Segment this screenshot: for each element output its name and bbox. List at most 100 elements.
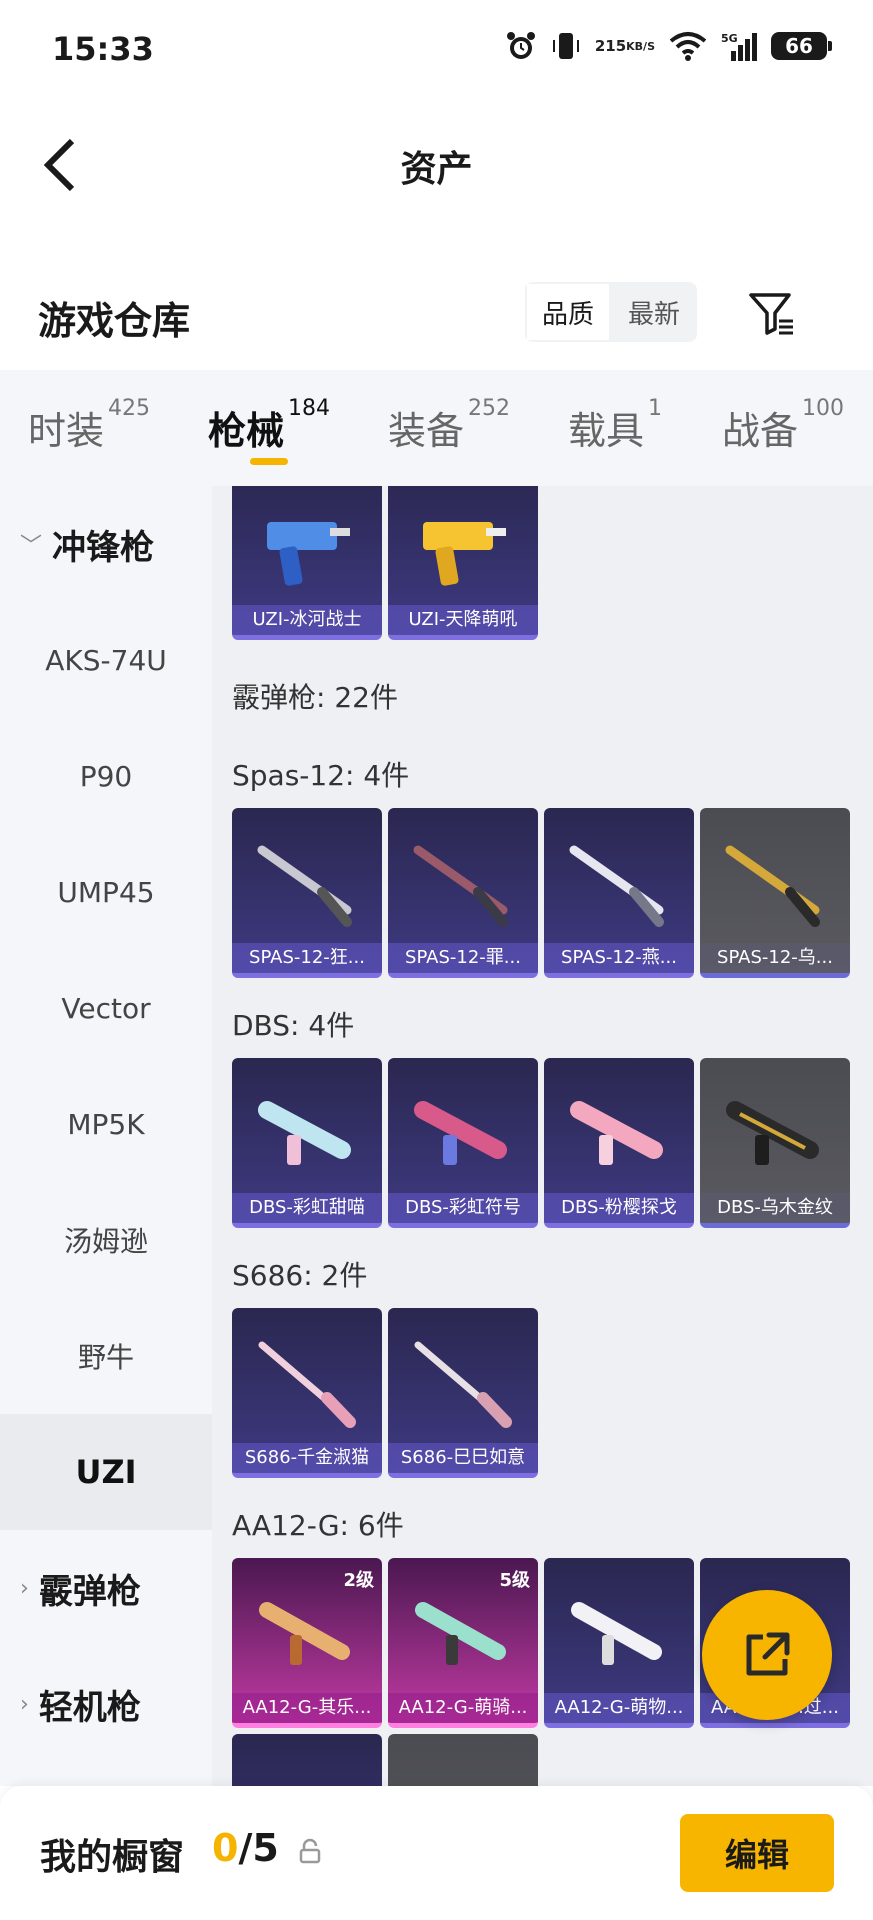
skin-card[interactable]: S686-巳巳如意 [388,1308,538,1478]
tab-count: 184 [288,396,331,421]
tab-vehicles[interactable]: 载具1 [568,396,662,455]
page-title: 资产 [400,149,473,190]
skin-card[interactable]: SPAS-12-狂... [232,808,382,978]
sidebar-item-thompson[interactable]: 汤姆逊 [0,1182,212,1298]
battery-icon: 66 [771,32,832,60]
status-icons: 215 KB/S 5G 66 [505,30,832,62]
skin-card[interactable]: 2级 AA12-G-其乐... [232,1558,382,1728]
sort-quality[interactable]: 品质 [525,282,611,342]
tab-label: 时装 [28,409,105,453]
tab-fashion[interactable]: 时装425 [28,396,150,455]
edit-button[interactable]: 编辑 [680,1814,834,1892]
skin-card[interactable]: S686-千金淑猫 [232,1308,382,1478]
uzi-icon [267,522,350,586]
shotgun-icon [257,845,352,927]
tab-equipment[interactable]: 装备252 [388,396,510,455]
vibrate-icon [551,30,581,62]
skin-name: AA12-G-萌物... [544,1693,694,1723]
skin-card[interactable]: SPAS-12-乌... [700,808,850,978]
share-icon [746,1632,790,1676]
skin-card[interactable]: UZI-冰河战士 [232,486,382,640]
skin-name: DBS-彩虹符号 [388,1193,538,1223]
skin-card[interactable]: AA12-G-萌物... [544,1558,694,1728]
showcase-count-total: /5 [238,1826,279,1870]
skin-name: SPAS-12-燕... [544,943,694,973]
sidebar-item-mp5k[interactable]: MP5K [0,1066,212,1182]
section-shotgun-label: 霰弹枪: 22件 [232,681,398,714]
section-aa12-label: AA12-G: 6件 [232,1509,404,1542]
tab-label: 载具 [568,409,645,453]
skin-name: UZI-天降萌吼 [388,605,538,635]
speed-unit: KB/S [626,39,655,53]
showcase-count-current: 0 [212,1826,239,1870]
cellular-icon: 5G [721,31,757,61]
filter-icon [749,293,793,335]
shotgun-icon [725,845,820,927]
skin-card[interactable]: DBS-彩虹符号 [388,1058,538,1228]
sidebar-item-ump45[interactable]: UMP45 [0,834,212,950]
sidebar-group-shotgun[interactable]: › 霰弹枪 [0,1530,212,1646]
dbs-icon [570,1101,663,1165]
sidebar-item-p90[interactable]: P90 [0,718,212,834]
tab-label: 枪械 [208,409,285,453]
section-dbs-label: DBS: 4件 [232,1009,355,1042]
skin-name: UZI-冰河战士 [232,605,382,635]
tab-label: 装备 [388,409,465,453]
skin-name: SPAS-12-狂... [232,943,382,973]
sort-newest[interactable]: 最新 [611,282,697,342]
skin-name: AA12-G-萌骑... [388,1693,538,1723]
sort-toggle: 品质 最新 [525,282,697,342]
warehouse-title: 游戏仓库 [38,299,191,343]
skin-card[interactable]: SPAS-12-罪... [388,808,538,978]
nav-bar: 资产 [0,100,873,230]
status-bar: 15:33 215 KB/S 5G 66 [0,0,873,100]
uzi-icon [423,522,506,586]
filter-button[interactable] [744,286,800,342]
section-s686-label: S686: 2件 [232,1259,368,1292]
sidebar-group-label: 冲锋枪 [52,527,155,568]
weapon-sidebar: ﹀ 冲锋枪 AKS-74U P90 UMP45 Vector MP5K 汤姆逊 野… [0,486,212,1786]
status-time: 15:33 [52,30,154,68]
skin-card[interactable]: SPAS-12-燕... [544,808,694,978]
tab-firearms[interactable]: 枪械184 [208,396,330,455]
share-button[interactable] [702,1590,832,1720]
skin-card[interactable] [232,1734,382,1786]
sidebar-item-vector[interactable]: Vector [0,950,212,1066]
tab-count: 100 [802,396,845,421]
showcase-title: 我的橱窗 [40,1837,185,1878]
section-spas-label: Spas-12: 4件 [232,759,410,792]
skin-name: DBS-乌木金纹 [700,1193,850,1223]
network-speed: 215 KB/S [595,38,655,54]
skin-card[interactable]: DBS-粉樱探戈 [544,1058,694,1228]
tab-count: 252 [468,396,511,421]
sidebar-item-bizon[interactable]: 野牛 [0,1298,212,1414]
tab-count: 425 [108,396,151,421]
active-tab-indicator [250,458,288,465]
dbs-icon [414,1101,507,1165]
dbs-icon [726,1101,819,1165]
skin-card[interactable]: 5级 AA12-G-萌骑... [388,1558,538,1728]
tab-supplies[interactable]: 战备100 [722,396,844,455]
sidebar-item-aks74u[interactable]: AKS-74U [0,602,212,718]
category-tabs: 时装425 枪械184 装备252 载具1 战备100 [0,370,873,486]
aa12-icon [259,1602,350,1665]
skin-card[interactable]: DBS-彩虹甜喵 [232,1058,382,1228]
sidebar-group-smg[interactable]: ﹀ 冲锋枪 [0,486,212,602]
sidebar-group-label: 轻机枪 [38,1687,141,1728]
sidebar-group-lmg[interactable]: › 轻机枪 [0,1646,212,1762]
chevron-down-icon: ﹀ [20,534,43,559]
shotgun-icon [413,845,508,927]
warehouse-header: 游戏仓库 品质 最新 [0,250,873,370]
aa12-icon [415,1602,506,1665]
showcase-footer: 我的橱窗 0/5 编辑 [0,1786,873,1920]
lock-icon [299,1838,321,1864]
skin-card[interactable]: UZI-天降萌吼 [388,486,538,640]
chevron-right-icon: › [20,1575,29,1601]
skin-name: S686-千金淑猫 [232,1443,382,1473]
skin-name: SPAS-12-罪... [388,943,538,973]
sidebar-item-uzi[interactable]: UZI [0,1414,212,1530]
skin-card[interactable]: DBS-乌木金纹 [700,1058,850,1228]
skin-card[interactable] [388,1734,538,1786]
sidebar-group-label: 霰弹枪 [38,1571,141,1612]
dbs-icon [258,1101,351,1165]
